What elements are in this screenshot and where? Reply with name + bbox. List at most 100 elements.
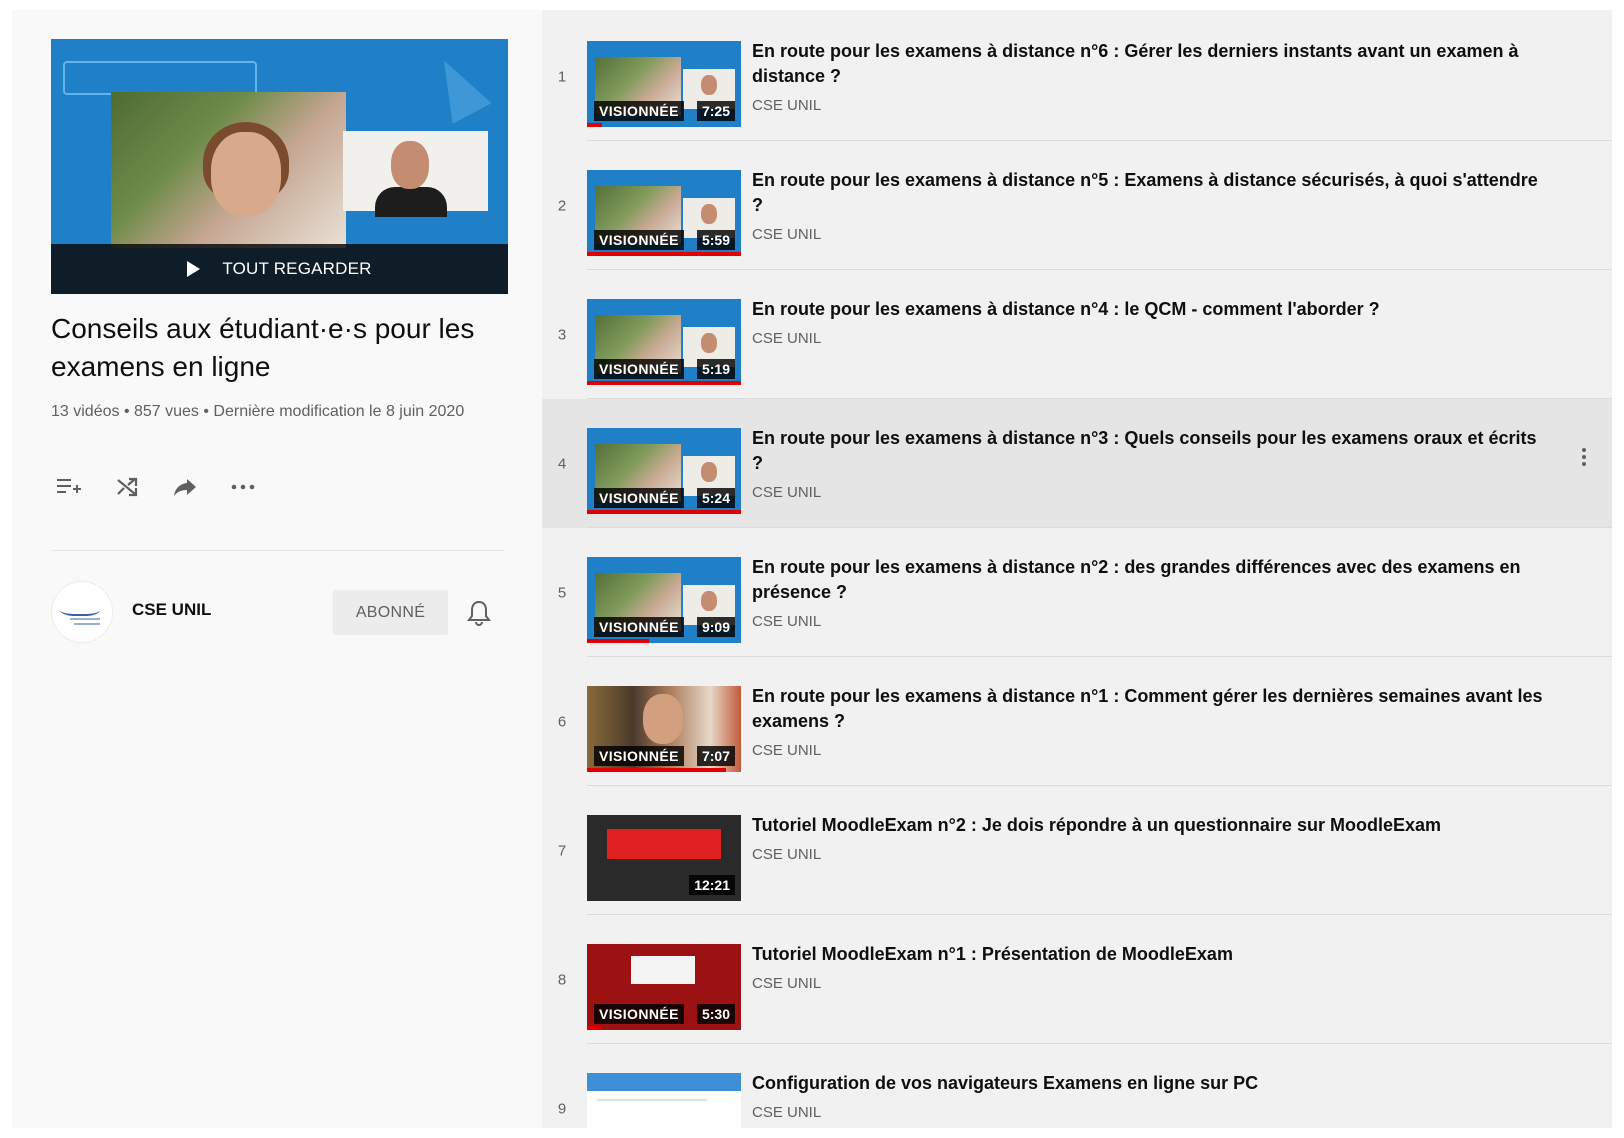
playlist-title: Conseils aux étudiant·e·s pour les exame…	[51, 313, 475, 382]
video-thumbnail[interactable]: VISIONNÉE 9:09	[587, 557, 741, 643]
playlist-item-index: 1	[557, 68, 567, 85]
video-title[interactable]: Tutoriel MoodleExam n°2 : Je dois répond…	[752, 813, 1552, 838]
watch-progress-bar	[587, 1026, 603, 1030]
watched-badge: VISIONNÉE	[594, 1004, 684, 1024]
more-vertical-icon[interactable]	[1574, 437, 1594, 477]
playlist-item[interactable]: 5 VISIONNÉE 9:09 En route pour les examens …	[542, 528, 1612, 657]
bell-icon[interactable]	[464, 598, 494, 628]
video-channel[interactable]: CSE UNIL	[752, 330, 1552, 347]
video-title[interactable]: En route pour les examens à distance n°3…	[752, 426, 1552, 476]
video-info: En route pour les examens à distance n°3…	[752, 426, 1552, 501]
divider	[51, 550, 504, 551]
play-all-button[interactable]: TOUT REGARDER	[51, 244, 508, 294]
video-title[interactable]: En route pour les examens à distance n°5…	[752, 168, 1552, 218]
playlist-item[interactable]: 8 VISIONNÉE 5:30 Tutoriel MoodleExam n°1 : …	[542, 915, 1612, 1044]
watch-progress-bar	[587, 510, 741, 514]
duration-badge: 5:30	[696, 1004, 735, 1024]
watch-progress-bar	[587, 123, 603, 127]
video-title[interactable]: Configuration de vos navigateurs Examens…	[752, 1071, 1552, 1096]
video-thumbnail[interactable]: VISIONNÉE 5:19	[587, 299, 741, 385]
video-info: En route pour les examens à distance n°5…	[752, 168, 1552, 243]
duration-badge: 9:09	[696, 617, 735, 637]
watched-badge: VISIONNÉE	[594, 359, 684, 379]
video-channel[interactable]: CSE UNIL	[752, 1104, 1552, 1121]
playlist-item-index: 5	[557, 584, 567, 601]
video-info: En route pour les examens à distance n°4…	[752, 297, 1552, 347]
video-info: En route pour les examens à distance n°6…	[752, 39, 1552, 114]
video-title[interactable]: En route pour les examens à distance n°1…	[752, 684, 1552, 734]
video-thumbnail[interactable]: VISIONNÉE 7:25	[587, 41, 741, 127]
share-icon[interactable]	[167, 472, 203, 502]
playlist-item[interactable]: 9 VISIONNÉE2:16 Configuration de vos navig…	[542, 1044, 1612, 1128]
subscribed-button[interactable]: ABONNÉ	[333, 590, 448, 635]
video-thumbnail[interactable]: VISIONNÉE 7:07	[587, 686, 741, 772]
watch-progress-bar	[587, 381, 741, 385]
hero-webcam-secondary	[343, 131, 488, 217]
duration-badge: 7:07	[696, 746, 735, 766]
playlist-item-index: 7	[557, 842, 567, 859]
channel-name[interactable]: CSE UNIL	[132, 600, 211, 620]
watch-progress-bar	[587, 252, 741, 256]
watched-badge: VISIONNÉE	[594, 746, 684, 766]
hero-webcam-main	[111, 92, 346, 248]
video-info: Tutoriel MoodleExam n°2 : Je dois répond…	[752, 813, 1552, 863]
shuffle-icon[interactable]	[109, 472, 145, 502]
duration-badge: 5:19	[696, 359, 735, 379]
watch-progress-bar	[587, 639, 649, 643]
playlist-video-list: 1 VISIONNÉE 7:25 En route pour les examens …	[542, 10, 1612, 1128]
duration-badge: 5:59	[696, 230, 735, 250]
playlist-item-index: 3	[557, 326, 567, 343]
video-channel[interactable]: CSE UNIL	[752, 975, 1552, 992]
cursor-graphic	[424, 50, 492, 124]
video-info: Configuration de vos navigateurs Examens…	[752, 1071, 1552, 1121]
duration-badge: 7:25	[696, 101, 735, 121]
video-channel[interactable]: CSE UNIL	[752, 846, 1552, 863]
video-channel[interactable]: CSE UNIL	[752, 97, 1552, 114]
watched-badge: VISIONNÉE	[594, 617, 684, 637]
playlist-hero-thumbnail[interactable]: TOUT REGARDER	[51, 39, 508, 294]
video-thumbnail[interactable]: VISIONNÉE2:16	[587, 1073, 741, 1128]
decorative-window-frame	[63, 61, 257, 95]
video-info: Tutoriel MoodleExam n°1 : Présentation d…	[752, 942, 1552, 992]
more-horizontal-icon[interactable]	[225, 472, 261, 502]
playlist-item[interactable]: 7 12:21 Tutoriel MoodleExam n°2 : Je dois …	[542, 786, 1612, 915]
video-info: En route pour les examens à distance n°1…	[752, 684, 1552, 759]
add-to-queue-icon[interactable]	[51, 472, 87, 502]
watched-badge: VISIONNÉE	[594, 488, 684, 508]
video-thumbnail[interactable]: VISIONNÉE 5:24	[587, 428, 741, 514]
watch-progress-bar	[587, 768, 726, 772]
duration-badge: 5:24	[696, 488, 735, 508]
playlist-page: TOUT REGARDER Conseils aux étudiant·e·s …	[12, 10, 1612, 1128]
video-thumbnail[interactable]: VISIONNÉE 5:30	[587, 944, 741, 1030]
watched-badge: VISIONNÉE	[594, 230, 684, 250]
watched-badge: VISIONNÉE	[594, 101, 684, 121]
duration-badge: 12:21	[689, 875, 735, 895]
playlist-item-index: 2	[557, 197, 567, 214]
playlist-item-index: 6	[557, 713, 567, 730]
playlist-item[interactable]: 4 VISIONNÉE 5:24 En route pour les examens …	[542, 399, 1612, 528]
video-info: En route pour les examens à distance n°2…	[752, 555, 1552, 630]
video-thumbnail[interactable]: VISIONNÉE 5:59	[587, 170, 741, 256]
playlist-item-index: 9	[557, 1100, 567, 1117]
video-channel[interactable]: CSE UNIL	[752, 613, 1552, 630]
channel-avatar[interactable]	[51, 581, 113, 643]
playlist-item[interactable]: 1 VISIONNÉE 7:25 En route pour les examens …	[542, 12, 1612, 141]
video-channel[interactable]: CSE UNIL	[752, 742, 1552, 759]
playlist-item[interactable]: 2 VISIONNÉE 5:59 En route pour les examens …	[542, 141, 1612, 270]
video-title[interactable]: En route pour les examens à distance n°4…	[752, 297, 1552, 322]
video-channel[interactable]: CSE UNIL	[752, 484, 1552, 501]
play-all-label: TOUT REGARDER	[222, 259, 372, 278]
video-title[interactable]: En route pour les examens à distance n°6…	[752, 39, 1552, 89]
video-title[interactable]: En route pour les examens à distance n°2…	[752, 555, 1552, 605]
playlist-item[interactable]: 3 VISIONNÉE 5:19 En route pour les examens …	[542, 270, 1612, 399]
video-thumbnail[interactable]: 12:21	[587, 815, 741, 901]
playlist-actions	[51, 472, 261, 502]
playlist-item-index: 8	[557, 971, 567, 988]
playlist-item[interactable]: 6 VISIONNÉE 7:07 En route pour les examens …	[542, 657, 1612, 786]
play-icon	[187, 261, 201, 277]
playlist-sidebar: TOUT REGARDER Conseils aux étudiant·e·s …	[12, 10, 542, 1128]
playlist-stats: 13 vidéos • 857 vues • Dernière modifica…	[51, 403, 465, 420]
video-title[interactable]: Tutoriel MoodleExam n°1 : Présentation d…	[752, 942, 1552, 967]
playlist-item-index: 4	[557, 455, 567, 472]
video-channel[interactable]: CSE UNIL	[752, 226, 1552, 243]
